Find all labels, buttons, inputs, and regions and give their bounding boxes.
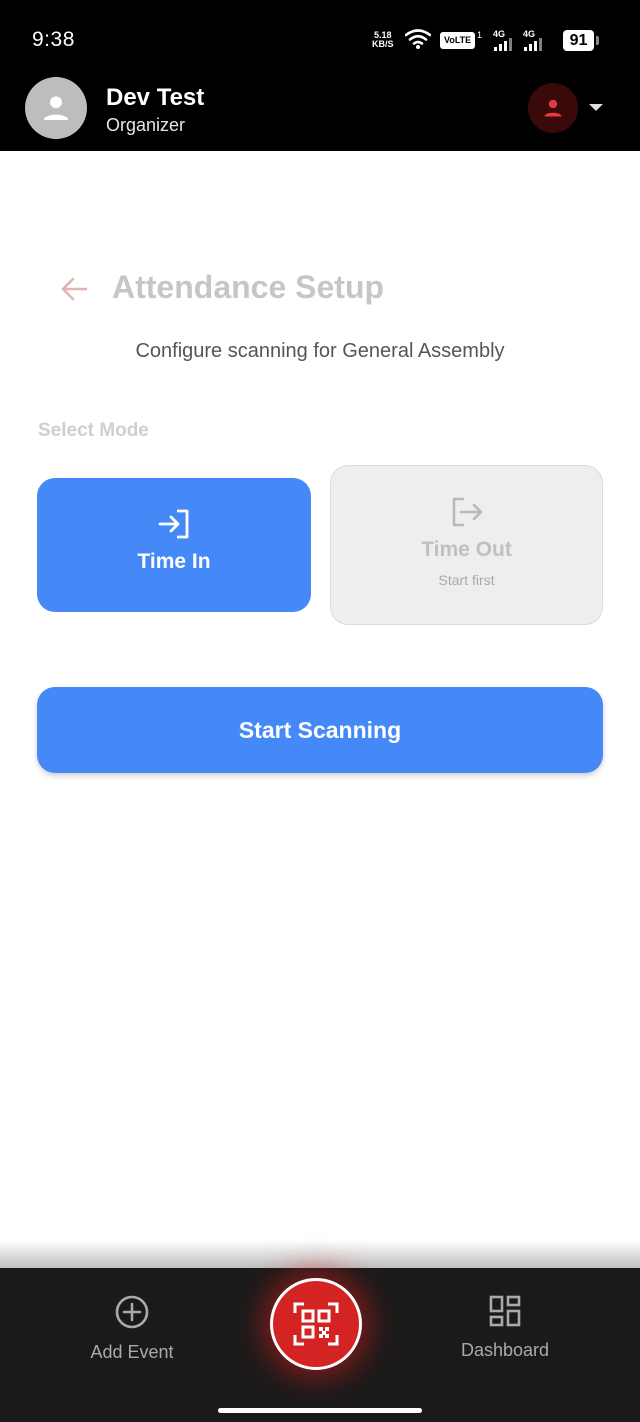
status-bar: 9:38 5.18 KB/S VoLTE 1 4G 4G 91 [0,0,640,80]
dashboard-icon [489,1295,521,1327]
user-role: Organizer [106,115,186,135]
top-bar: 9:38 5.18 KB/S VoLTE 1 4G 4G 91 Dev Test… [0,0,640,151]
clock: 9:38 [32,28,75,51]
time-out-hint: Start first [438,572,495,588]
signal-sim2-icon: 4G [523,29,545,51]
chevron-down-icon[interactable] [589,104,603,111]
home-indicator [218,1408,422,1413]
time-in-label: Time In [137,550,211,573]
nav-add-event-label: Add Event [90,1342,174,1362]
volte-badge: VoLTE [440,32,476,49]
login-icon [158,509,189,539]
time-out-mode-card[interactable]: Time Out Start first [330,465,603,625]
avatar[interactable] [25,77,87,139]
page-subtitle: Configure scanning for General Assembly [135,340,505,362]
select-mode-label: Select Mode [38,420,149,441]
logout-icon [452,497,482,527]
volte-sim-index: 1 [477,30,483,40]
page-title: Attendance Setup [112,269,385,305]
qr-scan-icon [293,1302,339,1346]
back-arrow-icon[interactable] [58,274,90,304]
signal-sim1-icon: 4G [493,29,515,51]
time-in-mode-card[interactable]: Time In [37,478,311,612]
user-name: Dev Test [106,84,205,111]
nav-shadow [0,1240,640,1268]
person-icon [544,99,562,117]
nav-dashboard-label: Dashboard [460,1340,550,1360]
battery-icon: 91 [563,30,599,51]
profile-menu-button[interactable] [528,83,578,133]
bottom-navigation: Add Event Dashboard [0,1268,640,1422]
network-speed: 5.18 KB/S [372,30,394,49]
scan-qr-button[interactable] [270,1278,362,1370]
add-circle-icon [115,1295,149,1329]
time-out-label: Time Out [421,538,512,561]
wifi-icon [405,29,431,49]
start-scanning-button[interactable]: Start Scanning [37,687,603,773]
nav-add-event[interactable]: Add Event [52,1294,212,1363]
nav-dashboard[interactable]: Dashboard [425,1294,585,1361]
app-header: Dev Test Organizer [0,70,640,151]
person-icon [43,96,69,121]
